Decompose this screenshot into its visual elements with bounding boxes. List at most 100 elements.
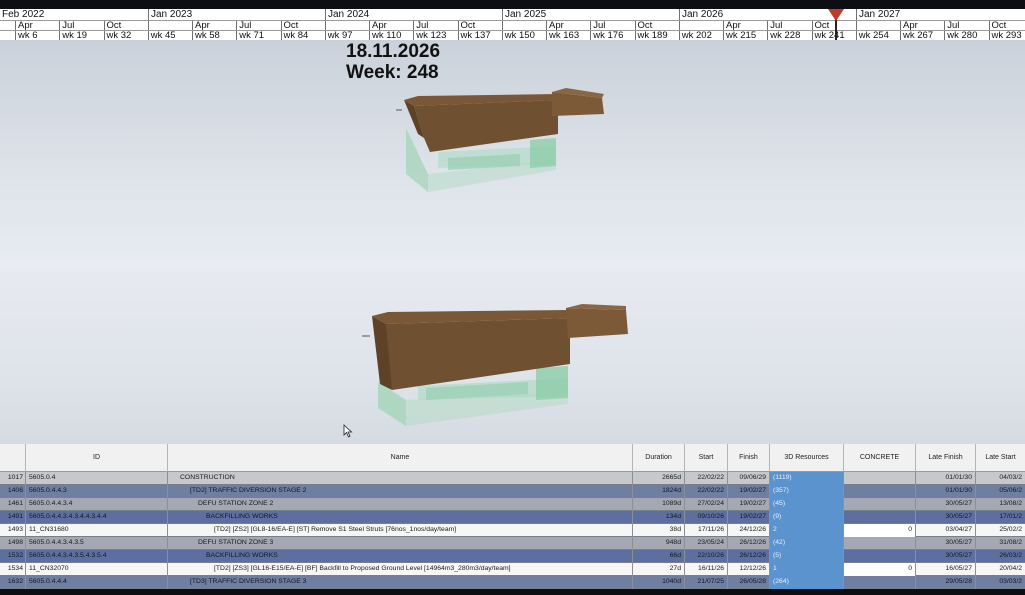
row-number[interactable]: 1017 [0,472,26,485]
task-id[interactable]: 5605.0.4.4.3 [26,485,168,498]
current-date-marker-icon[interactable] [828,9,844,21]
task-start[interactable]: 17/11/26 [685,524,728,537]
task-name[interactable]: [TD2] TRAFFIC DIVERSION STAGE 2 [168,485,633,498]
task-start[interactable]: 09/10/26 [685,511,728,524]
col-header-late-finish[interactable]: Late Finish [916,444,976,472]
col-header-concrete[interactable]: CONCRETE [844,444,916,472]
task-late-start[interactable]: 17/01/2 [976,511,1025,524]
task-late-finish[interactable]: 01/01/30 [916,472,976,485]
task-late-finish[interactable]: 30/05/27 [916,498,976,511]
task-finish[interactable]: 26/05/28 [728,576,770,589]
row-number[interactable]: 1498 [0,537,26,550]
task-late-finish[interactable]: 29/05/28 [916,576,976,589]
task-concrete[interactable] [844,537,916,550]
task-finish[interactable]: 19/02/27 [728,511,770,524]
task-finish[interactable]: 24/12/26 [728,524,770,537]
task-start[interactable]: 22/02/22 [685,485,728,498]
table-row[interactable]: 1406 5605.0.4.4.3 [TD2] TRAFFIC DIVERSION … [0,485,1025,498]
task-duration[interactable]: 1040d [633,576,685,589]
task-finish[interactable]: 26/12/26 [728,537,770,550]
task-3d-resources[interactable]: 2 [770,524,844,537]
row-number[interactable]: 1406 [0,485,26,498]
task-3d-resources[interactable]: (1119) [770,472,844,485]
task-finish[interactable]: 19/02/27 [728,498,770,511]
task-id[interactable]: 5605.0.4.4.3.4 [26,498,168,511]
task-duration[interactable]: 948d [633,537,685,550]
task-start[interactable]: 22/02/22 [685,472,728,485]
task-late-finish[interactable]: 01/01/30 [916,485,976,498]
task-duration[interactable]: 134d [633,511,685,524]
task-id[interactable]: 5605.0.4 [26,472,168,485]
table-row[interactable]: 1493 11_CN31680 [TD2] [ZS2] [GL8-16/EA-E] … [0,524,1025,537]
task-3d-resources[interactable]: (264) [770,576,844,589]
task-start[interactable]: 16/11/26 [685,563,728,576]
task-3d-resources[interactable]: (42) [770,537,844,550]
timeline-header[interactable]: Feb 2022 Jan 2023 Jan 2024 Jan 2025 Jan 2026… [0,9,1025,42]
task-duration[interactable]: 38d [633,524,685,537]
task-concrete[interactable] [844,576,916,589]
task-name[interactable]: DEFU STATION ZONE 2 [168,498,633,511]
task-finish[interactable]: 19/02/27 [728,485,770,498]
task-3d-resources[interactable]: (45) [770,498,844,511]
table-row[interactable]: 1632 5605.0.4.4.4 [TD3] TRAFFIC DIVERSION … [0,576,1025,589]
task-concrete[interactable]: 0 [844,563,916,576]
task-3d-resources[interactable]: (357) [770,485,844,498]
task-name[interactable]: BACKFILLING WORKS [168,511,633,524]
row-number[interactable]: 1461 [0,498,26,511]
task-id[interactable]: 11_CN31680 [26,524,168,537]
task-3d-resources[interactable]: (5) [770,550,844,563]
task-duration[interactable]: 1089d [633,498,685,511]
task-late-start[interactable]: 05/06/2 [976,485,1025,498]
task-duration[interactable]: 66d [633,550,685,563]
task-name[interactable]: [TD2] [ZS2] [GL8-16/EA-E] [ST] Remove S1… [168,524,633,537]
task-3d-resources[interactable]: 1 [770,563,844,576]
task-late-start[interactable]: 26/03/2 [976,550,1025,563]
task-id[interactable]: 5605.0.4.4.3.4.3.5.4.3.5.4 [26,550,168,563]
task-late-finish[interactable]: 30/05/27 [916,511,976,524]
col-header-start[interactable]: Start [685,444,728,472]
task-late-finish[interactable]: 30/05/27 [916,550,976,563]
col-header-finish[interactable]: Finish [728,444,770,472]
row-number[interactable]: 1534 [0,563,26,576]
task-start[interactable]: 27/02/24 [685,498,728,511]
row-number[interactable]: 1493 [0,524,26,537]
task-id[interactable]: 5605.0.4.4.3.4.3.5 [26,537,168,550]
task-concrete[interactable]: 0 [844,524,916,537]
col-header-id[interactable]: ID [26,444,168,472]
task-duration[interactable]: 27d [633,563,685,576]
col-header-late-start[interactable]: Late Start [976,444,1025,472]
task-finish[interactable]: 09/06/29 [728,472,770,485]
task-late-start[interactable]: 03/03/2 [976,576,1025,589]
row-number[interactable]: 1632 [0,576,26,589]
3d-viewport-bottom[interactable] [0,268,1025,444]
table-row[interactable]: 1498 5605.0.4.4.3.4.3.5 DEFU STATION ZONE … [0,537,1025,550]
table-row[interactable]: 1017 5605.0.4 CONSTRUCTION 2665d 22/02/22 09/… [0,472,1025,485]
col-header-3d-resources[interactable]: 3D Resources [770,444,844,472]
task-duration[interactable]: 2665d [633,472,685,485]
task-start[interactable]: 23/05/24 [685,537,728,550]
table-row[interactable]: 1461 5605.0.4.4.3.4 DEFU STATION ZONE 2 108… [0,498,1025,511]
task-name[interactable]: [TD3] TRAFFIC DIVERSION STAGE 3 [168,576,633,589]
col-header-duration[interactable]: Duration [633,444,685,472]
task-late-finish[interactable]: 30/05/27 [916,537,976,550]
table-row[interactable]: 1534 11_CN32070 [TD2] [ZS3] [GL16-E15/EA-E… [0,563,1025,576]
task-id[interactable]: 5605.0.4.4.4 [26,576,168,589]
task-3d-resources[interactable]: (9) [770,511,844,524]
task-name[interactable]: DEFU STATION ZONE 3 [168,537,633,550]
task-duration[interactable]: 1824d [633,485,685,498]
task-name[interactable]: [TD2] [ZS3] [GL16-E15/EA-E] [BF] Backfil… [168,563,633,576]
table-row[interactable]: 1491 5605.0.4.4.3.4.3.4.4.3.4.4 BACKFILLIN… [0,511,1025,524]
task-late-start[interactable]: 25/02/2 [976,524,1025,537]
task-start[interactable]: 21/07/25 [685,576,728,589]
task-name[interactable]: BACKFILLING WORKS [168,550,633,563]
task-late-start[interactable]: 13/08/2 [976,498,1025,511]
task-late-start[interactable]: 04/03/2 [976,472,1025,485]
task-concrete[interactable] [844,472,916,485]
row-number[interactable]: 1491 [0,511,26,524]
task-concrete[interactable] [844,550,916,563]
task-table[interactable]: ID Name Duration Start Finish 3D Resourc… [0,444,1025,589]
task-concrete[interactable] [844,485,916,498]
row-number[interactable]: 1532 [0,550,26,563]
task-late-finish[interactable]: 03/04/27 [916,524,976,537]
task-name[interactable]: CONSTRUCTION [168,472,633,485]
